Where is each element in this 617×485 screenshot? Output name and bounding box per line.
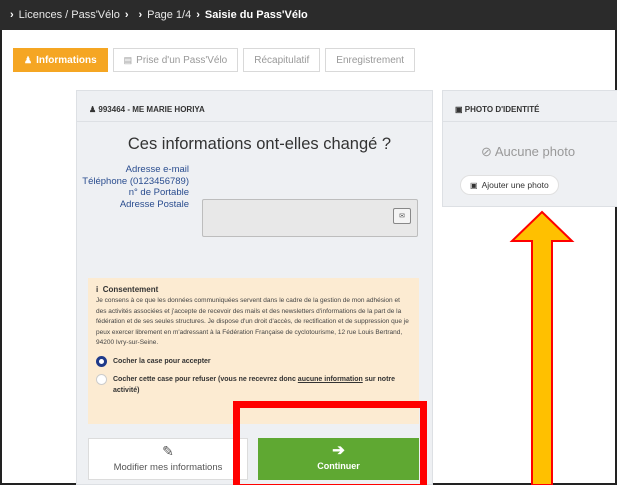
breadcrumb: › Licences / Pass'Vélo › › Page 1/4 › Sa… (0, 0, 617, 30)
tab-prise-pass-velo[interactable]: ▤ Prise d'un Pass'Vélo (112, 48, 239, 72)
tab-prise-pass-velo-label: Prise d'un Pass'Vélo (136, 54, 228, 66)
tab-enregistrement[interactable]: Enregistrement (325, 48, 416, 72)
breadcrumb-current: Saisie du Pass'Vélo (204, 9, 308, 21)
refuse-label-start: Cocher cette case pour refuser (vous ne … (113, 375, 298, 383)
address-field[interactable]: ✉ (202, 199, 418, 237)
continue-label: Continuer (317, 461, 360, 471)
add-photo-button[interactable]: ▣ Ajouter une photo (460, 175, 559, 195)
ban-icon: ⊘ (481, 144, 492, 159)
modify-info-button[interactable]: ✎ Modifier mes informations (88, 438, 248, 480)
member-name: 993464 - ME MARIE HORIYA (98, 105, 205, 114)
member-card: ♟ 993464 - ME MARIE HORIYA Ces informati… (76, 90, 433, 485)
refuse-radio[interactable] (96, 373, 107, 385)
refuse-label: Cocher cette case pour refuser (vous ne … (113, 374, 411, 396)
tab-enregistrement-label: Enregistrement (336, 54, 405, 66)
address-label: Adresse Postale (119, 198, 189, 210)
breadcrumb-separator: › (138, 9, 143, 21)
tab-informations-label: Informations (36, 54, 97, 66)
contact-fields: Adresse e-mail Téléphone (0123456789) n°… (77, 164, 189, 210)
user-icon: ♟ (89, 105, 97, 114)
camera-icon: ▣ (455, 105, 463, 114)
consent-box: i Consentement Je consens à ce que les d… (88, 278, 419, 424)
phone-label: Téléphone (0123456789) (82, 175, 189, 187)
no-photo-label: Aucune photo (494, 144, 576, 159)
info-icon: i (96, 285, 99, 294)
edit-icon: ✎ (162, 443, 174, 459)
accept-label: Cocher la case pour accepter (113, 357, 211, 365)
breadcrumb-page[interactable]: Page 1/4 (147, 9, 191, 21)
mobile-label: n° de Portable (128, 187, 189, 198)
photo-header-text: PHOTO D'IDENTITÉ (464, 105, 540, 114)
breadcrumb-separator: › (10, 9, 14, 21)
user-icon: ♟ (24, 54, 33, 65)
divider (443, 121, 617, 122)
photo-card: ▣ PHOTO D'IDENTITÉ ⊘ Aucune photo ▣ Ajou… (442, 90, 617, 207)
modify-info-label: Modifier mes informations (113, 462, 223, 473)
add-photo-label: Ajouter une photo (481, 180, 549, 190)
divider (77, 121, 432, 122)
consent-title: i Consentement (96, 285, 411, 294)
page-question: Ces informations ont-elles changé ? (127, 135, 392, 153)
continue-button[interactable]: ➔ Continuer (258, 438, 419, 480)
tab-recapitulatif[interactable]: Récapitulatif (243, 48, 321, 72)
accept-option[interactable]: Cocher la case pour accepter (96, 355, 411, 367)
email-label: Adresse e-mail (125, 164, 189, 175)
consent-text: Je consens à ce que les données communiq… (96, 297, 409, 346)
refuse-option[interactable]: Cocher cette case pour refuser (vous ne … (96, 373, 411, 396)
breadcrumb-separator: › (196, 9, 200, 21)
accept-radio[interactable] (96, 355, 107, 367)
tab-informations[interactable]: ♟ Informations (13, 48, 108, 72)
card-icon: ▤ (123, 54, 133, 65)
tab-recapitulatif-label: Récapitulatif (254, 54, 310, 66)
breadcrumb-licences[interactable]: Licences / Pass'Vélo (19, 9, 120, 21)
contact-card-icon: ✉ (393, 208, 411, 224)
breadcrumb-separator: › (124, 9, 129, 21)
arrow-right-icon: ➔ (332, 442, 345, 459)
camera-icon: ▣ (470, 180, 478, 190)
step-tabs: ♟ Informations ▤ Prise d'un Pass'Vélo Ré… (13, 48, 416, 72)
refuse-label-link: aucune information (297, 375, 363, 383)
member-header: ♟ 993464 - ME MARIE HORIYA (89, 105, 205, 114)
photo-header: ▣ PHOTO D'IDENTITÉ (455, 105, 539, 114)
no-photo-text: ⊘ Aucune photo (481, 144, 575, 160)
consent-title-text: Consentement (102, 285, 159, 294)
